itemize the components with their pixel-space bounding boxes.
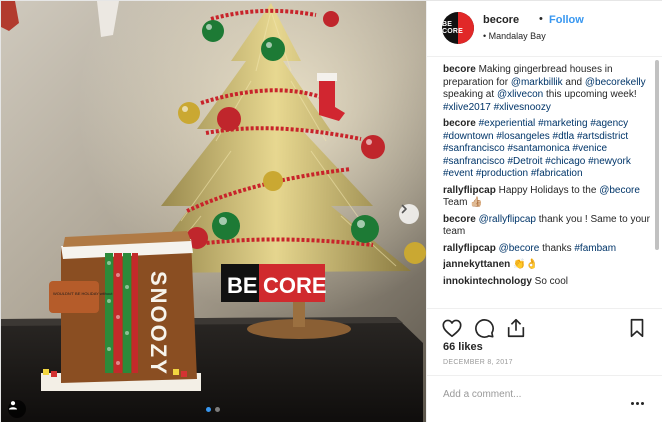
follow-button[interactable]: Follow [549, 14, 584, 26]
comment-item: becore #experiential #marketing #agency … [443, 118, 650, 181]
comment-item: rallyflipcap @becore thanks #fambam [443, 243, 650, 256]
comment-tag-link[interactable]: @xlivecon [497, 89, 543, 100]
comment-tag-link[interactable]: #venice [573, 143, 607, 154]
share-button[interactable] [505, 317, 527, 339]
heart-icon [442, 319, 462, 338]
gingerbread-note: WOULDN'T BE HOLIDAY without [53, 291, 113, 296]
comment-button[interactable] [473, 317, 495, 339]
comment-tag-link[interactable]: #event [443, 168, 473, 179]
comment-item: becore @rallyflipcap thank you ! Same to… [443, 214, 650, 239]
comment-text: So cool [534, 275, 569, 287]
comments-list: becore Making gingerbread houses in prep… [443, 64, 650, 308]
comment-tag-link[interactable]: @rallyflipcap [479, 214, 536, 225]
post-photo[interactable]: BE CORE SNOOZY WOULDN'T BE HOLIDAY witho… [1, 1, 426, 422]
location-text: Mandalay Bay [488, 31, 546, 41]
comment-tag-link[interactable]: @becore [499, 243, 540, 254]
user-tag-icon [9, 401, 17, 410]
comment-item: jannekyttanen 👏👌 [443, 259, 650, 272]
likes-count[interactable]: 66 likes [443, 341, 483, 353]
user-tag-button[interactable] [8, 400, 26, 418]
comment-username[interactable]: innokintechnology [443, 276, 532, 287]
comment-input[interactable] [443, 386, 623, 402]
comment-text: and [562, 76, 585, 88]
comment-tag-link[interactable]: #experiential [479, 118, 536, 129]
comment-text: this upcoming week! [543, 89, 637, 100]
username-link[interactable]: becore [483, 14, 519, 26]
comment-username[interactable]: rallyflipcap [443, 243, 496, 254]
photo-scene: BE CORE SNOOZY WOULDN'T BE HOLIDAY witho… [1, 1, 426, 422]
carousel-dot-2 [215, 407, 220, 412]
comment-tag-link[interactable]: #sanfrancisco [443, 156, 505, 167]
chevron-right-icon [401, 204, 407, 214]
comment-tag-link[interactable]: #newyork [588, 156, 631, 167]
comment-bubble-icon [475, 319, 494, 338]
comment-text: 👏👌 [513, 259, 538, 270]
post-sidebar: BE CORE becore • Follow • Mandalay Bay b… [426, 1, 662, 422]
carousel-indicator [206, 407, 220, 412]
sign-left-text: BE [227, 273, 258, 298]
comment-tag-link[interactable]: #sanfrancisco [443, 143, 505, 154]
more-options-button[interactable] [627, 396, 647, 410]
avatar[interactable]: BE CORE [442, 12, 474, 44]
comment-tag-link[interactable]: #xlive2017 [443, 102, 491, 113]
comment-tag-link[interactable]: #santamonica [507, 143, 569, 154]
comment-tag-link[interactable]: #fambam [574, 243, 616, 254]
next-slide-button[interactable] [399, 204, 419, 224]
comment-text: Happy Holidays to the [498, 184, 600, 196]
gingerbread-label: SNOOZY [146, 271, 171, 376]
post-header: BE CORE becore • Follow • Mandalay Bay [427, 1, 662, 57]
instagram-post: BE CORE SNOOZY WOULDN'T BE HOLIDAY witho… [0, 0, 662, 422]
comment-text: speaking at [443, 89, 497, 100]
carousel-dot-1 [206, 407, 211, 412]
comment-tag-link[interactable]: #artsdistrict [577, 131, 628, 142]
comment-item: becore Making gingerbread houses in prep… [443, 64, 650, 114]
avatar-text: BE CORE [442, 21, 464, 35]
bookmark-icon [630, 318, 644, 338]
comment-text: Team 👍🏼 [443, 197, 483, 208]
comment-username[interactable]: becore [443, 214, 476, 225]
comment-item: innokintechnology So cool [443, 276, 650, 289]
comment-tag-link[interactable]: #losangeles [496, 131, 549, 142]
comment-tag-link[interactable]: #production [476, 168, 528, 179]
comment-tag-link[interactable]: #fabrication [531, 168, 583, 179]
comment-tag-link[interactable]: #Detroit [507, 156, 542, 167]
sign-right-text: CORE [263, 273, 327, 298]
comment-tag-link[interactable]: #marketing [538, 118, 587, 129]
comment-tag-link[interactable]: #dtla [553, 131, 575, 142]
comment-tag-link[interactable]: #chicago [545, 156, 585, 167]
comment-tag-link[interactable]: #xlivesnoozy [494, 102, 551, 113]
comment-username[interactable]: rallyflipcap [443, 185, 496, 196]
comment-tag-link[interactable]: @becorekelly [585, 77, 646, 88]
location-link[interactable]: • Mandalay Bay [483, 31, 546, 41]
comment-text: thanks [539, 242, 575, 254]
add-comment-section [427, 375, 662, 422]
share-icon [507, 318, 525, 338]
header-separator: • [539, 13, 543, 25]
comment-tag-link[interactable]: @markbillik [511, 77, 563, 88]
save-button[interactable] [626, 317, 648, 339]
post-date[interactable]: DECEMBER 8, 2017 [443, 359, 513, 366]
comment-item: rallyflipcap Happy Holidays to the @beco… [443, 185, 650, 210]
comment-tag-link[interactable]: #agency [590, 118, 628, 129]
comment-username[interactable]: becore [443, 118, 476, 129]
comment-username[interactable]: becore [443, 64, 476, 75]
comment-tag-link[interactable]: #downtown [443, 131, 494, 142]
more-options-icon [630, 401, 644, 405]
like-button[interactable] [441, 317, 463, 339]
comments-scrollbar[interactable] [654, 58, 660, 308]
comment-username[interactable]: jannekyttanen [443, 259, 510, 270]
comment-tag-link[interactable]: @becore [599, 185, 640, 196]
